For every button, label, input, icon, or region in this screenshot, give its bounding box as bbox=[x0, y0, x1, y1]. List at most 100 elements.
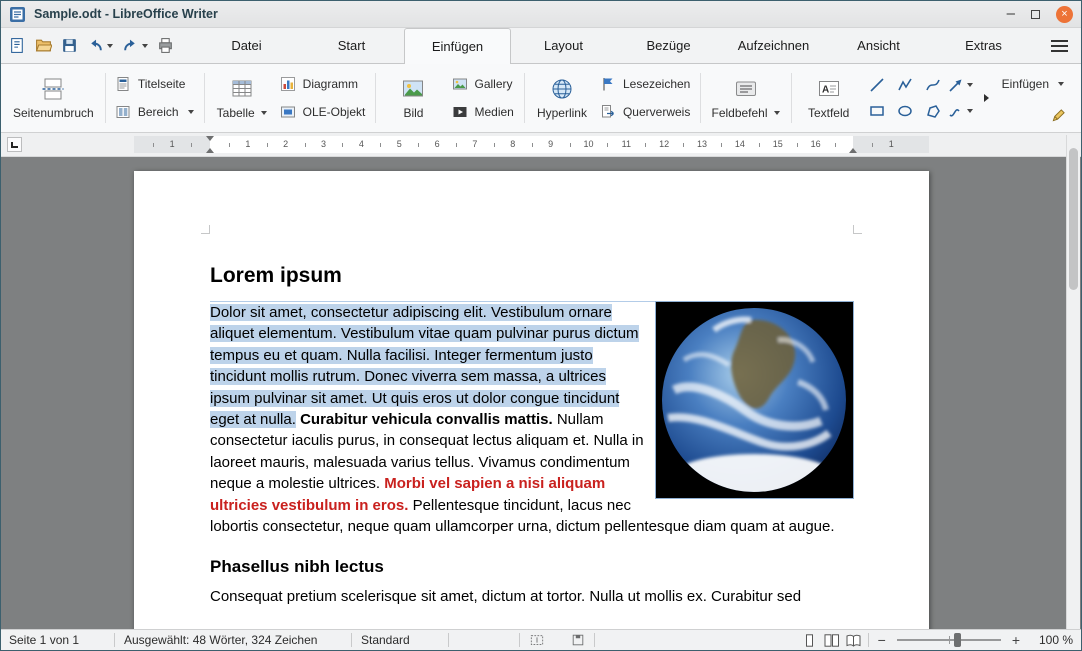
toolbar-overflow-arrow[interactable] bbox=[984, 94, 989, 102]
chart-button[interactable]: Diagramm bbox=[277, 74, 369, 94]
redo-button[interactable] bbox=[119, 34, 151, 58]
document-paragraph-2[interactable]: Consequat pretium scelerisque sit amet, … bbox=[210, 586, 853, 607]
document-modified-button[interactable] bbox=[570, 633, 585, 648]
open-folder-icon bbox=[35, 37, 52, 54]
bookmark-button[interactable]: Lesezeichen bbox=[597, 74, 693, 94]
insert-rectangle-button[interactable] bbox=[864, 99, 890, 123]
freeform-dropdown-arrow[interactable] bbox=[967, 109, 973, 113]
close-button[interactable]: × bbox=[1056, 6, 1073, 23]
tab-layout[interactable]: Layout bbox=[511, 28, 616, 63]
statusbar: Seite 1 von 1 Ausgewählt: 48 Wörter, 324… bbox=[1, 629, 1081, 650]
first-line-indent-marker[interactable] bbox=[206, 136, 214, 141]
ruler-tick bbox=[494, 143, 495, 147]
tab-stop-selector[interactable] bbox=[7, 137, 22, 152]
left-indent-marker[interactable] bbox=[206, 148, 214, 153]
new-document-button[interactable] bbox=[6, 34, 29, 58]
insert-ellipse-button[interactable] bbox=[892, 99, 918, 123]
tab-aufzeichnen[interactable]: Aufzeichnen bbox=[721, 28, 826, 63]
rectangle-icon bbox=[869, 103, 885, 119]
ruler-tick bbox=[872, 143, 873, 147]
table-dropdown-arrow[interactable] bbox=[261, 111, 267, 115]
earth-image[interactable] bbox=[656, 302, 853, 498]
insert-polyline-button[interactable] bbox=[892, 73, 918, 97]
title-page-label: Titelseite bbox=[138, 77, 186, 91]
undo-dropdown-arrow[interactable] bbox=[107, 44, 113, 48]
zoom-slider-thumb[interactable] bbox=[954, 633, 961, 647]
polygon-icon bbox=[925, 103, 941, 119]
vertical-scrollbar[interactable] bbox=[1066, 135, 1080, 629]
undo-button[interactable] bbox=[84, 34, 116, 58]
ruler-number: 2 bbox=[280, 139, 292, 149]
page-break-label: Seitenumbruch bbox=[13, 106, 94, 120]
redo-icon bbox=[122, 37, 139, 54]
maximize-button[interactable] bbox=[1031, 10, 1040, 19]
hyperlink-button[interactable]: Hyperlink bbox=[531, 66, 593, 130]
cross-reference-icon bbox=[600, 104, 617, 121]
ole-object-button[interactable]: OLE-Objekt bbox=[277, 102, 369, 122]
draw-functions-button[interactable] bbox=[1050, 107, 1067, 124]
tab-bezuege[interactable]: Bezüge bbox=[616, 28, 721, 63]
tab-start[interactable]: Start bbox=[299, 28, 404, 63]
minimize-button[interactable]: – bbox=[1007, 9, 1015, 19]
table-button[interactable]: Tabelle bbox=[211, 66, 273, 130]
ellipse-icon bbox=[897, 103, 913, 119]
selection-mode-button[interactable] bbox=[529, 633, 544, 648]
ruler-number: 1 bbox=[166, 139, 178, 149]
redo-dropdown-arrow[interactable] bbox=[142, 44, 148, 48]
insert-curve-button[interactable] bbox=[920, 73, 946, 97]
page-number-status[interactable]: Seite 1 von 1 bbox=[9, 633, 105, 647]
polyline-icon bbox=[897, 77, 913, 93]
insert-menu-button[interactable]: Einfügen bbox=[999, 74, 1067, 94]
zoom-out-button[interactable]: − bbox=[876, 632, 888, 648]
ruler-tick bbox=[645, 143, 646, 147]
save-button[interactable] bbox=[58, 34, 81, 58]
section-dropdown-arrow[interactable] bbox=[188, 110, 194, 114]
document-heading-2[interactable]: Phasellus nibh lectus bbox=[210, 557, 853, 577]
text-box-button[interactable]: A Textfeld bbox=[798, 66, 860, 130]
arrow-dropdown-arrow[interactable] bbox=[967, 83, 973, 87]
earth-photo-graphic bbox=[656, 302, 853, 498]
insert-arrow-button[interactable] bbox=[948, 73, 974, 97]
page-style-status[interactable]: Standard bbox=[361, 633, 439, 647]
titlebar[interactable]: Sample.odt - LibreOffice Writer – × bbox=[1, 1, 1081, 28]
single-page-view-button[interactable] bbox=[802, 633, 817, 648]
document-area[interactable]: Lorem ipsum bbox=[1, 157, 1081, 629]
insert-line-button[interactable] bbox=[864, 73, 890, 97]
zoom-slider[interactable] bbox=[897, 639, 1001, 641]
insert-freeform-curve-button[interactable] bbox=[948, 99, 974, 123]
right-indent-marker[interactable] bbox=[849, 148, 857, 153]
document-heading-1[interactable]: Lorem ipsum bbox=[210, 264, 853, 288]
zoom-level[interactable]: 100 % bbox=[1029, 633, 1073, 647]
ruler-tick bbox=[835, 143, 836, 147]
selected-text-run[interactable]: Dolor sit amet, consectetur adipiscing e… bbox=[210, 304, 639, 428]
tab-extras[interactable]: Extras bbox=[931, 28, 1036, 63]
section-button[interactable]: Bereich bbox=[112, 102, 197, 122]
tab-datei[interactable]: Datei bbox=[194, 28, 299, 63]
section-label: Bereich bbox=[138, 105, 179, 119]
insert-field-button[interactable]: Feldbefehl bbox=[707, 66, 783, 130]
media-button[interactable]: Medien bbox=[448, 102, 516, 122]
scrollbar-thumb[interactable] bbox=[1069, 148, 1078, 290]
tab-einfuegen[interactable]: Einfügen bbox=[404, 28, 511, 64]
bold-text-run[interactable]: Curabitur vehicula convallis mattis. bbox=[296, 411, 553, 428]
open-button[interactable] bbox=[32, 34, 55, 58]
page[interactable]: Lorem ipsum bbox=[134, 171, 929, 629]
page-break-button[interactable]: Seitenumbruch bbox=[9, 66, 98, 130]
multi-page-view-button[interactable] bbox=[824, 633, 839, 648]
cross-reference-button[interactable]: Querverweis bbox=[597, 102, 693, 122]
title-page-button[interactable]: Titelseite bbox=[112, 74, 197, 94]
field-dropdown-arrow[interactable] bbox=[774, 111, 780, 115]
insert-polygon-button[interactable] bbox=[920, 99, 946, 123]
ruler-tick bbox=[759, 143, 760, 147]
insert-image-button[interactable]: Bild bbox=[382, 66, 444, 130]
hamburger-menu-button[interactable] bbox=[1051, 37, 1069, 53]
gallery-button[interactable]: Gallery bbox=[448, 74, 516, 94]
left-tab-icon bbox=[11, 142, 18, 148]
print-button[interactable] bbox=[154, 34, 177, 58]
document-paragraph-1[interactable]: Dolor sit amet, consectetur adipiscing e… bbox=[210, 301, 853, 537]
tab-ansicht[interactable]: Ansicht bbox=[826, 28, 931, 63]
zoom-in-button[interactable]: + bbox=[1010, 632, 1022, 648]
word-count-status[interactable]: Ausgewählt: 48 Wörter, 324 Zeichen bbox=[124, 633, 342, 647]
book-view-button[interactable] bbox=[846, 633, 861, 648]
horizontal-ruler[interactable]: 1234567891011121314151611 bbox=[134, 136, 929, 153]
